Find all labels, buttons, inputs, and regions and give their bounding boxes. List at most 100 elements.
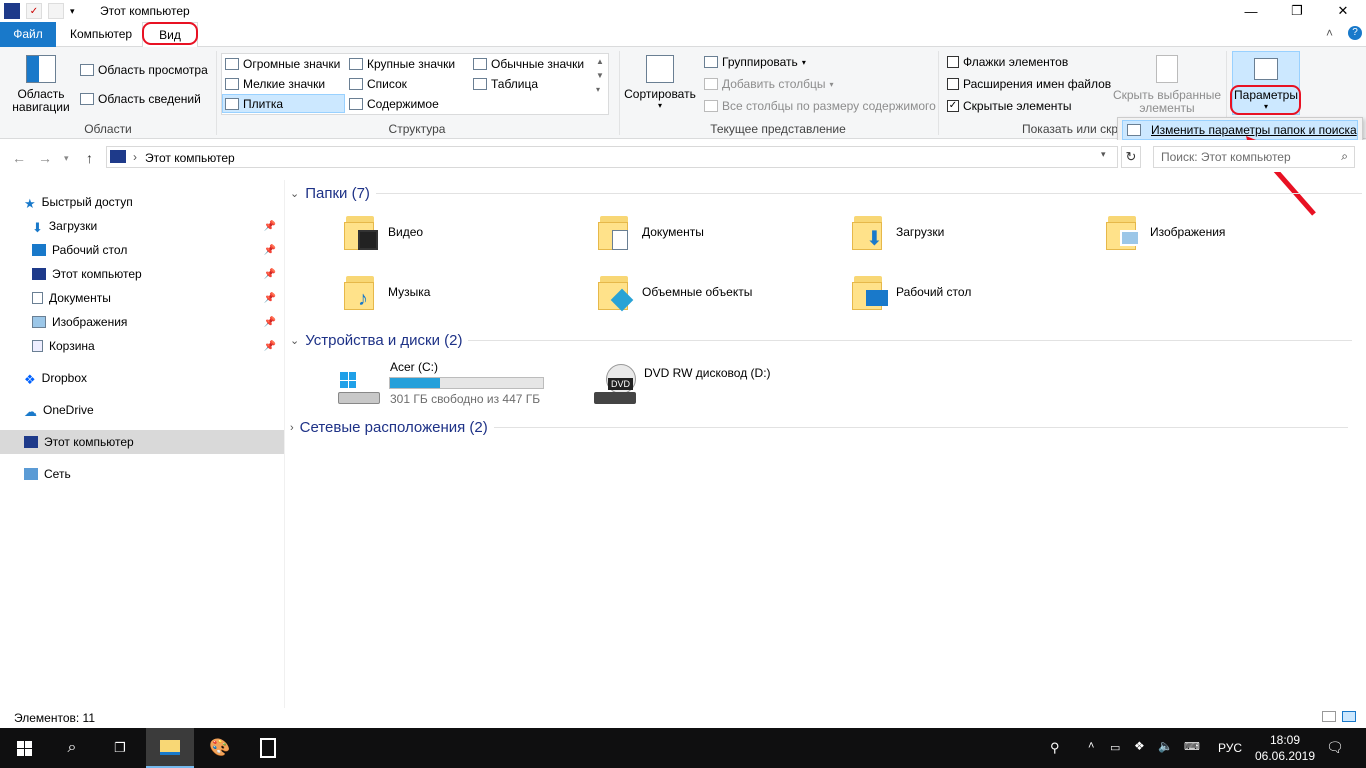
- change-folder-options-item[interactable]: Изменить параметры папок и поиска: [1122, 120, 1358, 140]
- pin-icon[interactable]: 📌: [264, 245, 276, 256]
- sidebar-item-pictures[interactable]: Изображения 📌: [0, 311, 284, 333]
- section-title: Папки (7): [305, 185, 370, 202]
- details-view-icon[interactable]: [1322, 711, 1336, 722]
- hidden-items-toggle[interactable]: ✓ Скрытые элементы: [947, 99, 1072, 113]
- forward-arrow-icon[interactable]: →: [38, 150, 52, 166]
- pin-icon[interactable]: 📌: [264, 317, 276, 328]
- folder-documents[interactable]: Документы: [598, 212, 704, 252]
- checkbox-checked[interactable]: ✓: [947, 100, 959, 112]
- folder-3d-objects[interactable]: Объемные объекты: [598, 272, 752, 312]
- address-input[interactable]: › Этот компьютер ▾: [106, 146, 1118, 168]
- layout-extra-large[interactable]: Огромные значки: [225, 57, 340, 71]
- sidebar-item-recycle-bin[interactable]: Корзина 📌: [0, 335, 284, 357]
- sidebar-item-documents[interactable]: Документы 📌: [0, 287, 284, 309]
- pane-splitter[interactable]: [284, 180, 285, 708]
- chevron-up-icon[interactable]: ˄: [1088, 740, 1094, 752]
- search-input[interactable]: Поиск: Этот компьютер ⌕: [1153, 146, 1355, 168]
- search-icon[interactable]: ⌕: [48, 728, 96, 768]
- fit-columns-label: Все столбцы по размеру содержимого: [722, 99, 936, 113]
- folder-desktop[interactable]: Рабочий стол: [852, 272, 971, 312]
- sidebar-item-downloads[interactable]: ⬇ Загрузки 📌: [0, 215, 284, 237]
- pin-icon[interactable]: 📌: [264, 269, 276, 280]
- extensions-toggle[interactable]: Расширения имен файлов: [947, 77, 1111, 91]
- layout-list[interactable]: Список: [349, 77, 407, 91]
- tiles-view-icon[interactable]: [1342, 711, 1356, 722]
- recent-dropdown-icon[interactable]: ▾: [64, 153, 69, 164]
- calculator-icon[interactable]: [244, 728, 292, 768]
- keyboard-icon[interactable]: ⌨: [1184, 740, 1200, 753]
- dropbox-tray-icon[interactable]: ❖: [1134, 739, 1145, 753]
- pin-icon[interactable]: 📌: [264, 341, 276, 352]
- back-arrow-icon[interactable]: ←: [12, 150, 26, 166]
- layout-label: Огромные значки: [243, 57, 341, 71]
- preview-pane-button[interactable]: Область просмотра: [80, 63, 208, 77]
- gallery-scroll-icon[interactable]: ▲ ▼ ▾: [596, 55, 604, 97]
- folder-downloads[interactable]: ⬇ Загрузки: [852, 212, 944, 252]
- pin-icon[interactable]: 📌: [264, 293, 276, 304]
- folder-music[interactable]: ♪ Музыка: [344, 272, 430, 312]
- checkbox[interactable]: [947, 56, 959, 68]
- folder-videos[interactable]: Видео: [344, 212, 423, 252]
- chevron-down-icon: ▾: [801, 57, 806, 67]
- layout-tiles[interactable]: Плитка: [222, 94, 345, 113]
- task-view-icon[interactable]: ❐: [96, 728, 144, 768]
- address-dropdown-icon[interactable]: ▾: [1101, 149, 1106, 160]
- layout-details[interactable]: Таблица: [473, 77, 538, 91]
- sidebar-item-this-pc[interactable]: Этот компьютер: [0, 430, 284, 454]
- sidebar-item-onedrive[interactable]: ☁ OneDrive: [0, 399, 284, 421]
- close-button[interactable]: ✕: [1320, 0, 1366, 22]
- drive-c[interactable]: Acer (C:) 301 ГБ свободно из 447 ГБ: [338, 360, 548, 406]
- sidebar-item-dropbox[interactable]: ❖ Dropbox: [0, 367, 284, 389]
- layout-content[interactable]: Содержимое: [349, 97, 439, 111]
- quick-access-toolbar: ✓ ▾: [4, 3, 75, 19]
- section-header-devices[interactable]: ⌄ Устройства и диски (2): [290, 332, 1353, 349]
- battery-icon[interactable]: ▭: [1110, 741, 1120, 754]
- sidebar-item-this-pc-pinned[interactable]: Этот компьютер 📌: [0, 263, 284, 285]
- refresh-icon[interactable]: ↻: [1121, 146, 1141, 168]
- paint-icon[interactable]: 🎨: [196, 728, 244, 768]
- customize-dropdown-icon[interactable]: ▾: [70, 6, 75, 17]
- tab-computer[interactable]: Компьютер: [58, 22, 144, 47]
- clock[interactable]: 18:09 06.06.2019: [1250, 732, 1320, 764]
- fit-columns-button[interactable]: Все столбцы по размеру содержимого: [704, 99, 936, 113]
- medium-icons-icon: [473, 58, 487, 70]
- layout-small[interactable]: Мелкие значки: [225, 77, 325, 91]
- drive-d[interactable]: DVD DVD RW дисковод (D:): [592, 362, 792, 406]
- properties-icon[interactable]: ✓: [26, 3, 42, 19]
- notifications-icon[interactable]: 🗨: [1326, 739, 1344, 756]
- start-windows-icon[interactable]: [0, 728, 48, 768]
- restore-button[interactable]: ❐: [1274, 0, 1320, 22]
- person-icon[interactable]: ⚲: [1050, 740, 1060, 756]
- group-by-button[interactable]: Группировать ▾: [704, 55, 806, 69]
- layout-large[interactable]: Крупные значки: [349, 57, 455, 71]
- folder-pictures[interactable]: Изображения: [1106, 212, 1225, 252]
- collapse-ribbon-icon[interactable]: ˄: [1326, 26, 1333, 40]
- layout-medium[interactable]: Обычные значки: [473, 57, 584, 71]
- minimize-button[interactable]: —: [1228, 0, 1274, 22]
- chevron-down-icon: ⌄: [290, 188, 300, 200]
- nav-pane-button[interactable]: Область навигации: [10, 55, 72, 114]
- volume-icon[interactable]: 🔈: [1158, 739, 1173, 753]
- section-header-folders[interactable]: ⌄ Папки (7): [290, 185, 1362, 202]
- file-explorer-icon[interactable]: [146, 728, 194, 768]
- section-header-network[interactable]: › Сетевые расположения (2): [290, 419, 1348, 436]
- up-arrow-icon[interactable]: ↑: [86, 150, 93, 166]
- breadcrumb-chevron-icon[interactable]: ›: [133, 150, 137, 164]
- sidebar-item-desktop[interactable]: Рабочий стол 📌: [0, 239, 284, 261]
- breadcrumb-this-pc[interactable]: Этот компьютер: [145, 151, 235, 165]
- sort-button[interactable]: Сортировать ▾: [624, 55, 696, 110]
- new-folder-icon[interactable]: [48, 3, 64, 19]
- item-checkboxes-toggle[interactable]: Флажки элементов: [947, 55, 1068, 69]
- options-icon: [1254, 58, 1278, 80]
- checkbox[interactable]: [947, 78, 959, 90]
- hide-selected-button[interactable]: Скрыть выбранные элементы: [1112, 55, 1222, 115]
- details-pane-button[interactable]: Область сведений: [80, 92, 201, 106]
- language-indicator[interactable]: РУС: [1218, 741, 1242, 755]
- sidebar-item-quick-access[interactable]: ★ Быстрый доступ: [0, 191, 284, 213]
- pin-icon[interactable]: 📌: [264, 221, 276, 232]
- add-columns-button[interactable]: Добавить столбцы ▾: [704, 77, 834, 91]
- sidebar-item-network[interactable]: Сеть: [0, 463, 284, 485]
- help-icon[interactable]: ?: [1348, 26, 1362, 40]
- tab-file[interactable]: Файл: [0, 22, 56, 47]
- hidden-items-label: Скрытые элементы: [963, 99, 1072, 113]
